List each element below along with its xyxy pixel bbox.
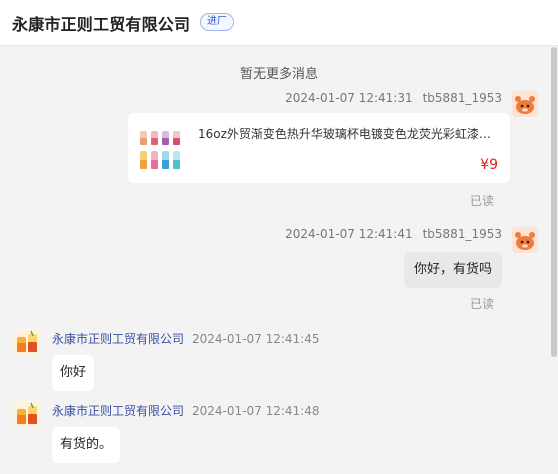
message-sender[interactable]: 永康市正则工贸有限公司: [52, 332, 184, 346]
message-bubble[interactable]: 有货的。: [52, 427, 121, 463]
message-time: 2024-01-07 12:41:31: [285, 91, 413, 105]
buyer-avatar[interactable]: [512, 91, 538, 117]
message-bubble[interactable]: 你好，有货吗: [403, 252, 502, 288]
message-meta: 永康市正则工贸有限公司 2024-01-07 12:41:45: [52, 330, 319, 347]
message-time: 2024-01-07 12:41:41: [285, 227, 413, 241]
seller-avatar[interactable]: [14, 401, 40, 427]
product-thumbnail[interactable]: [138, 129, 186, 173]
message-sender: tb5881_1953: [422, 91, 502, 105]
scrollbar-thumb[interactable]: [551, 47, 557, 357]
message-time: 2024-01-07 12:41:48: [192, 404, 320, 418]
chat-header: 永康市正则工贸有限公司 进厂: [0, 0, 558, 46]
product-title[interactable]: 16oz外贸渐变色热升华玻璃杯电镀变色龙荧光彩虹漆玻...: [198, 125, 498, 142]
message-meta: 2024-01-07 12:41:41 tb5881_1953: [285, 227, 502, 241]
message-sender[interactable]: 永康市正则工贸有限公司: [52, 404, 184, 418]
message-bubble[interactable]: 你好: [52, 355, 95, 391]
shop-status-badge[interactable]: 进厂: [200, 13, 234, 31]
shop-name-title: 永康市正则工贸有限公司: [12, 15, 191, 34]
message-time: 2024-01-07 12:41:45: [192, 332, 320, 346]
buyer-avatar[interactable]: [512, 227, 538, 253]
chat-messages[interactable]: 暂无更多消息 2024-01-07 12:41:31 tb5881_1953 1…: [0, 47, 550, 474]
product-price: ¥9: [480, 157, 498, 173]
message-meta: 2024-01-07 12:41:31 tb5881_1953: [285, 91, 502, 105]
message-sender: tb5881_1953: [422, 227, 502, 241]
chat-scrollbar[interactable]: [550, 47, 558, 474]
seller-avatar[interactable]: [14, 329, 40, 355]
no-more-messages-label: 暂无更多消息: [239, 67, 318, 82]
read-status: 已读: [469, 297, 494, 311]
message-meta: 永康市正则工贸有限公司 2024-01-07 12:41:48: [52, 402, 319, 419]
read-status: 已读: [469, 194, 494, 208]
product-card[interactable]: 16oz外贸渐变色热升华玻璃杯电镀变色龙荧光彩虹漆玻... ¥9: [128, 113, 510, 183]
